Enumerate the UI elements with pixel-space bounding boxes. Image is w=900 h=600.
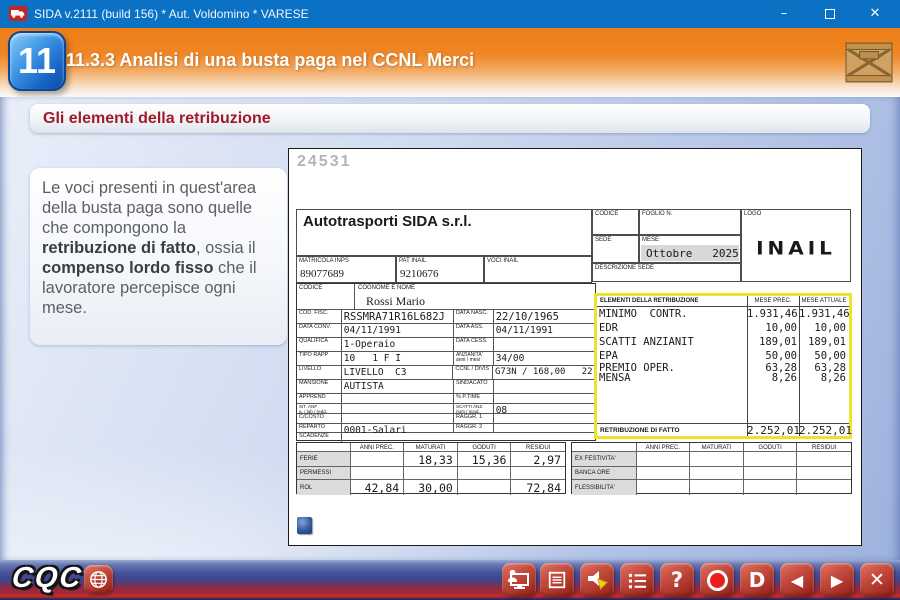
index-list-button[interactable]	[620, 563, 654, 597]
note-panel: Le voci presenti in quest'area della bus…	[30, 168, 287, 345]
payslip-elements-highlight: ELEMENTI DELLA RETRIBUZIONE MESE PREC. M…	[594, 293, 852, 439]
presentation-button[interactable]	[502, 563, 536, 597]
question-mark-icon: ?	[671, 568, 683, 592]
payslip-image: 24531 Autotrasporti SIDA s.r.l. MATRICOL…	[288, 148, 862, 546]
elements-row: EPA 50,00 50,00	[597, 350, 849, 362]
letter-d-icon: D	[749, 568, 766, 592]
payslip-employee-row: LIVELLO LIVELLO C3 CCNL / DIVIS G73N / 1…	[297, 366, 595, 380]
speaker-icon	[585, 569, 609, 591]
leave-row: PERMESSI	[297, 467, 565, 480]
content-area: Gli elementi della retribuzione Le voci …	[0, 97, 900, 560]
record-button[interactable]	[700, 563, 734, 597]
globe-button[interactable]	[84, 565, 113, 594]
section-title-bar: Gli elementi della retribuzione	[30, 104, 870, 133]
elements-row: MENSA 8,26 8,26	[597, 372, 849, 384]
crate-glyph	[845, 40, 893, 84]
section-title: Gli elementi della retribuzione	[43, 110, 271, 128]
hours-row: EX FESTIVITA'	[572, 452, 851, 467]
payslip-employee-row: C/COSTO RAGGR. 1	[297, 414, 595, 424]
payslip-field-voci-inail: VOCI INAIL	[484, 256, 592, 283]
maximize-icon	[825, 9, 835, 19]
monitor-person-icon	[507, 569, 531, 591]
arrow-right-icon: ▶	[831, 571, 843, 590]
leave-row: ROL 42,84 30,00 72,84	[297, 480, 565, 495]
audio-button[interactable]	[580, 563, 614, 597]
arrow-left-icon: ◀	[791, 571, 803, 590]
payslip-company-cell: Autotrasporti SIDA s.r.l.	[296, 209, 592, 256]
maximize-button[interactable]	[813, 0, 847, 28]
payslip-field-sede: SEDE	[592, 235, 639, 263]
payslip-month-value: Ottobre 2025	[641, 245, 739, 261]
payslip-employee-row: TIPO RAPP 10 1 F I ANZIANITA' anni / mes…	[297, 352, 595, 366]
inail-logo: INAIL	[742, 237, 850, 259]
payslip-field-logo: LOGO INAIL	[741, 209, 851, 282]
globe-icon	[88, 569, 109, 590]
payslip-field-descrizione-sede: DESCRIZIONE SEDE	[592, 263, 741, 282]
payslip-employee-row: APPREND % P.TIME	[297, 394, 595, 404]
cqc-logo: CQC	[10, 562, 84, 595]
payslip-employee-row: QUALIFICA 1-Operaio DATA CESS.	[297, 338, 595, 352]
text-page-button[interactable]	[540, 563, 574, 597]
elements-header-row: ELEMENTI DELLA RETRIBUZIONE MESE PREC. M…	[597, 296, 849, 307]
elements-row: MINIMO CONTR. 1.931,46 1.931,46	[597, 308, 849, 320]
payslip-field-codice: CODICE	[592, 209, 639, 235]
lesson-header: 11 11.3.3 Analisi di una busta paga nel …	[0, 28, 900, 97]
payslip-field-pat-inail: PAT INAIL 9210676	[396, 256, 484, 283]
exit-button[interactable]: ✕	[860, 563, 894, 597]
titlebar[interactable]: SIDA v.2111 (build 156) * Aut. Voldomino…	[0, 0, 900, 28]
payslip-employee-row: SIT. ANF a. / lab / redd. SCATTI ANZ. nu…	[297, 404, 595, 414]
payslip-doc-number: 24531	[297, 153, 352, 171]
payslip-field-mese: MESE Ottobre 2025	[639, 235, 741, 263]
payslip-employee-row: SCADENZE	[297, 433, 595, 442]
dictionary-button[interactable]: D	[740, 563, 774, 597]
payslip-employee-row: MANSIONE AUTISTA SINDACATO	[297, 380, 595, 394]
leave-row: FERIE 18,33 15,36 2,97	[297, 452, 565, 467]
note-text-segment: , ossia il	[196, 239, 256, 257]
window-title: SIDA v.2111 (build 156) * Aut. Voldomino…	[34, 0, 309, 28]
payslip-field-matricola: MATRICOLA INPS 89077689	[296, 256, 396, 283]
payslip-employee-table: CODICE COGNOME E NOME Rossi Mario COD. F…	[296, 283, 596, 441]
truck-icon	[9, 6, 27, 21]
app-window: SIDA v.2111 (build 156) * Aut. Voldomino…	[0, 0, 900, 600]
payslip-employee-row: CODICE COGNOME E NOME Rossi Mario	[297, 284, 595, 310]
payslip-hours-table: ANNI PREC. MATURATI GODUTI RESIDUI EX FE…	[571, 442, 852, 494]
note-text-segment: Le voci presenti in quest'area della bus…	[42, 179, 256, 237]
payslip-employee-row: COD. FISC. RSSMRA71R16L682J DATA NASC. 2…	[297, 310, 595, 324]
crate-icon[interactable]	[845, 40, 893, 84]
note-bold-segment: retribuzione di fatto	[42, 239, 196, 257]
hours-row: BANCA ORE	[572, 467, 851, 480]
payslip-leave-table: ANNI PREC. MATURATI GODUTI RESIDUI FERIE…	[296, 442, 566, 494]
stamp-icon	[297, 517, 312, 534]
previous-button[interactable]: ◀	[780, 563, 814, 597]
truck-glyph	[11, 8, 25, 19]
minimize-button[interactable]: –	[767, 0, 801, 28]
close-x-icon: ✕	[869, 569, 885, 591]
hours-header-row: ANNI PREC. MATURATI GODUTI RESIDUI	[572, 443, 851, 452]
elements-row: SCATTI ANZIANIT 189,01 189,01	[597, 336, 849, 348]
employee-name: Rossi Mario	[358, 291, 592, 309]
bottom-toolbar: CQC	[0, 560, 900, 600]
payslip-field-foglio: FOGLIO N.	[639, 209, 741, 235]
note-bold-segment: compenso lordo fisso	[42, 259, 213, 277]
help-button[interactable]: ?	[660, 563, 694, 597]
record-circle-icon	[710, 573, 725, 588]
lesson-title: 11.3.3 Analisi di una busta paga nel CCN…	[66, 28, 474, 92]
company-name: Autotrasporti SIDA s.r.l.	[297, 210, 591, 233]
next-button[interactable]: ▶	[820, 563, 854, 597]
payslip-employee-row: DATA CONV. 04/11/1991 DATA ASS. 04/11/19…	[297, 324, 595, 338]
leave-header-row: ANNI PREC. MATURATI GODUTI RESIDUI	[297, 443, 565, 452]
text-page-icon	[547, 570, 567, 590]
hours-row: FLESSIBILITA'	[572, 480, 851, 495]
elements-total-row: RETRIBUZIONE DI FATTO 2.252,01 2.252,01	[597, 423, 849, 436]
chapter-badge: 11	[8, 31, 66, 91]
close-button[interactable]: ✕	[858, 0, 892, 28]
list-icon	[627, 571, 648, 590]
elements-row: EDR 10,00 10,00	[597, 322, 849, 334]
payslip-employee-row: REPARTO 0001-Salari RAGGR. 2	[297, 424, 595, 433]
